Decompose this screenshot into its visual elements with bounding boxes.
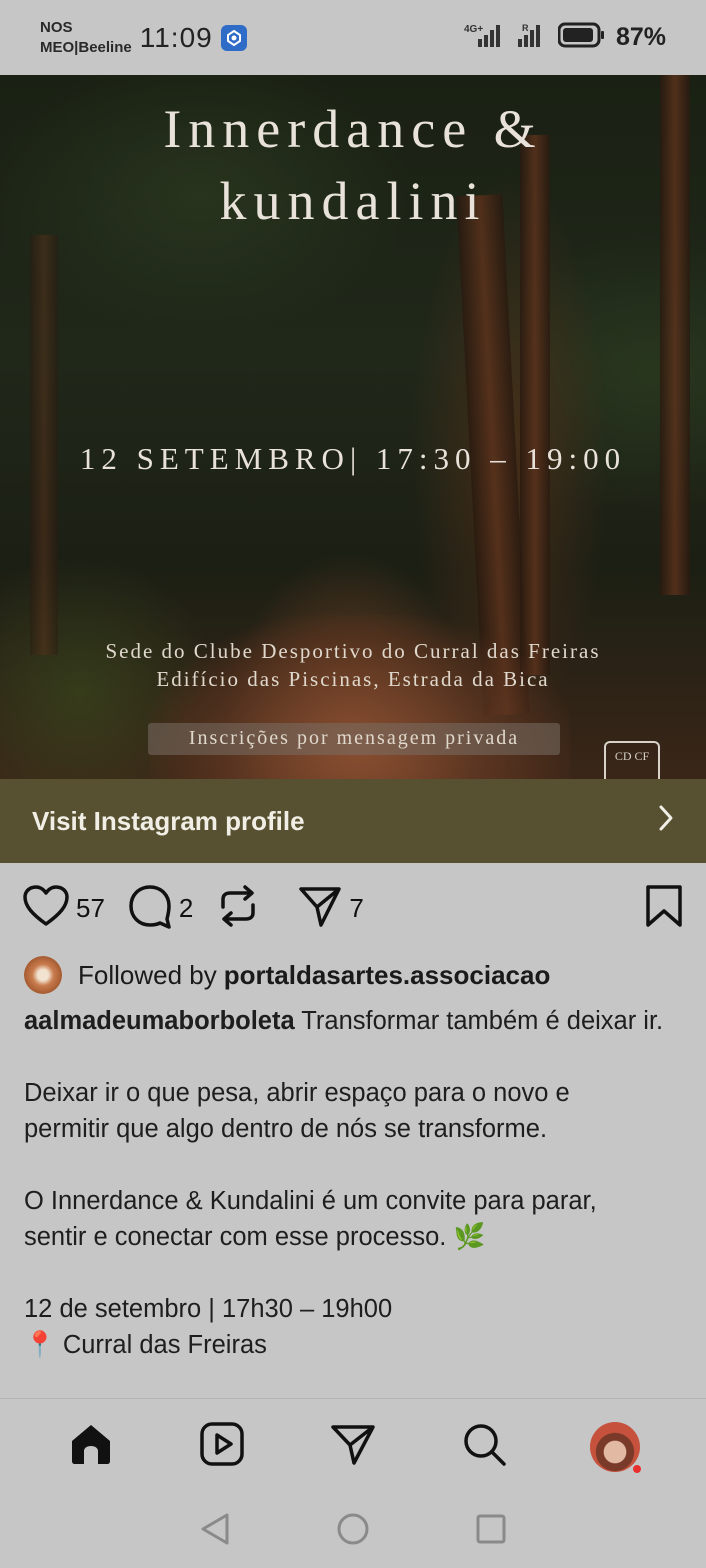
chevron-right-icon <box>656 803 676 840</box>
notification-dot <box>630 1462 643 1475</box>
bookmark-icon[interactable] <box>644 884 684 933</box>
status-bar: NOS MEO|Beeline 11:09 4G+ R 87% <box>0 0 706 75</box>
search-icon <box>461 1421 507 1472</box>
caption-first-text: Transformar também é deixar ir. <box>301 1007 664 1035</box>
signal-roaming-icon: R <box>516 21 548 54</box>
home-circle-icon[interactable] <box>336 1512 370 1551</box>
club-logo-text: CD CF <box>614 749 650 763</box>
poster-venue: Sede do Clube Desportivo do Curral das F… <box>0 637 706 693</box>
poster-title-line1: Innerdance & <box>163 99 543 159</box>
reels-icon <box>199 1421 245 1472</box>
caption-line: sentir e conectar com esse processo. 🌿 <box>24 1223 486 1251</box>
comment-action: 2 <box>127 883 193 934</box>
system-navigation <box>0 1494 706 1568</box>
save-action <box>644 884 684 933</box>
recents-icon[interactable] <box>475 1513 507 1550</box>
nav-search[interactable] <box>454 1417 514 1477</box>
caption-line: permitir que algo dentro de nós se trans… <box>24 1115 548 1143</box>
caption-username[interactable]: aalmadeumaborboleta <box>24 1007 295 1035</box>
post-image[interactable]: Innerdance & kundalini 12 SETEMBRO| 17:3… <box>0 75 706 779</box>
followed-by: Followed by portaldasartes.associacao <box>24 952 684 998</box>
caption-first-paragraph: aalmadeumaborboleta Transformar também é… <box>24 1003 686 1039</box>
status-right: 4G+ R 87% <box>464 21 666 54</box>
nav-direct[interactable] <box>323 1417 383 1477</box>
visit-profile-banner[interactable]: Visit Instagram profile <box>0 779 706 863</box>
status-left: NOS MEO|Beeline 11:09 <box>40 18 247 58</box>
followed-by-account[interactable]: portaldasartes.associacao <box>224 960 551 991</box>
signal-4g-icon: 4G+ <box>464 21 506 54</box>
carrier-1: NOS <box>40 18 73 36</box>
post-caption: aalmadeumaborboleta Transformar também é… <box>24 1003 686 1363</box>
club-logo: CD CF <box>604 741 660 779</box>
status-time: 11:09 <box>139 21 213 53</box>
repost-action <box>215 883 261 934</box>
poster-date: 12 SETEMBRO| 17:30 – 19:00 <box>79 441 627 476</box>
poster-venue-line2: Edifício das Piscinas, Estrada da Bica <box>156 667 550 691</box>
caption-line: O Innerdance & Kundalini é um convite pa… <box>24 1187 597 1215</box>
poster-title: Innerdance & kundalini <box>0 93 706 237</box>
share-action: 7 <box>297 883 364 934</box>
svg-text:4G+: 4G+ <box>464 24 483 35</box>
comment-icon[interactable] <box>127 883 173 934</box>
heart-icon[interactable] <box>22 884 70 933</box>
visit-profile-label: Visit Instagram profile <box>32 805 305 836</box>
nav-reels[interactable] <box>192 1417 252 1477</box>
carrier-names: NOS MEO|Beeline <box>40 18 132 58</box>
battery-percent: 87% <box>615 23 666 51</box>
battery-icon <box>557 22 606 53</box>
carrier-2: MEO|Beeline <box>40 38 132 56</box>
poster-venue-line1: Sede do Clube Desportivo do Curral das F… <box>105 639 601 663</box>
comments-count[interactable]: 2 <box>179 893 193 924</box>
poster-signup: Inscrições por mensagem privada <box>148 723 560 755</box>
nav-profile[interactable] <box>585 1417 645 1477</box>
follower-avatar[interactable] <box>24 956 62 994</box>
like-action: 57 <box>22 884 105 933</box>
back-icon[interactable] <box>199 1512 231 1551</box>
send-icon[interactable] <box>297 883 343 934</box>
followed-by-prefix: Followed by <box>78 959 217 990</box>
repost-icon[interactable] <box>215 883 261 934</box>
nav-home[interactable] <box>61 1417 121 1477</box>
likes-count[interactable]: 57 <box>76 893 105 924</box>
caption-line: 12 de setembro | 17h30 – 19h00 <box>24 1295 393 1323</box>
post-actions: 57 2 7 <box>22 880 684 936</box>
caption-line: Deixar ir o que pesa, abrir espaço para … <box>24 1079 570 1107</box>
bottom-navigation <box>0 1398 706 1494</box>
svg-text:R: R <box>522 23 529 33</box>
home-icon <box>68 1421 114 1472</box>
app-notification-icon <box>220 24 247 51</box>
caption-line: 📍 Curral das Freiras <box>24 1331 267 1359</box>
direct-icon <box>330 1421 376 1472</box>
poster-title-line2: kundalini <box>219 171 487 231</box>
shares-count[interactable]: 7 <box>349 893 363 924</box>
